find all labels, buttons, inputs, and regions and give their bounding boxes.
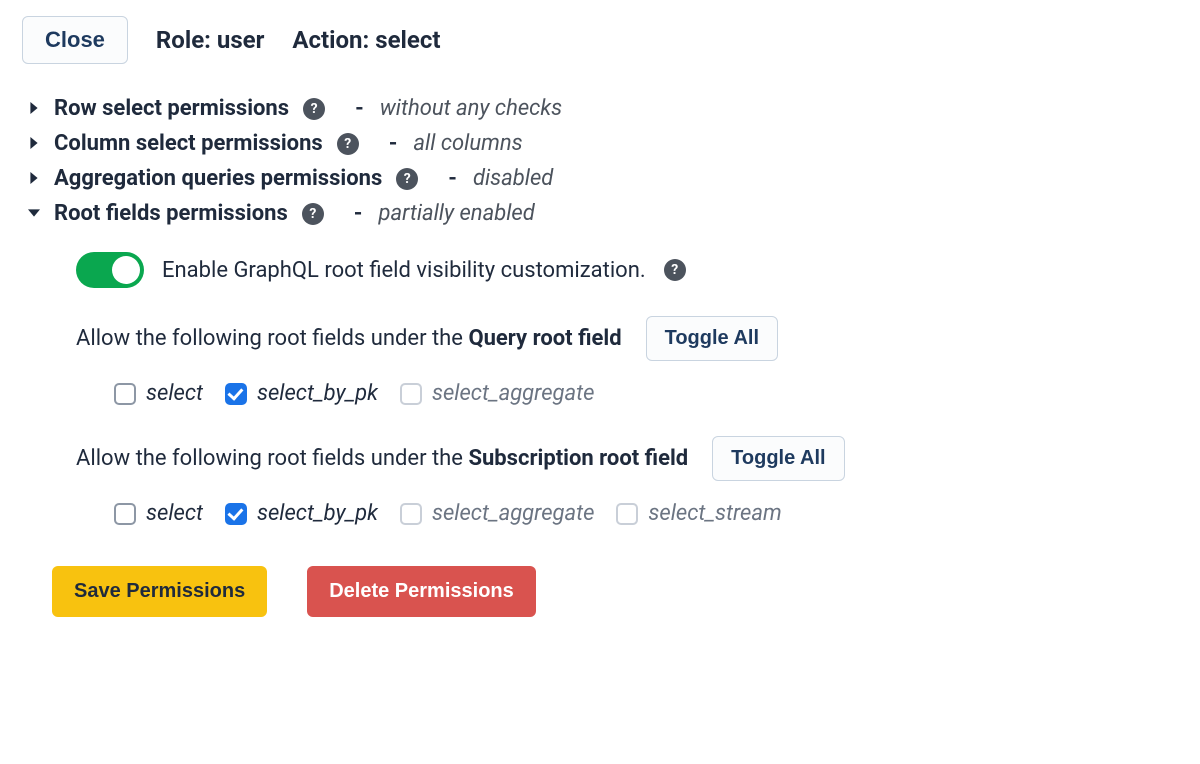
help-icon[interactable]: ?: [337, 133, 359, 155]
role-label: Role: user: [156, 26, 264, 54]
checkbox-label: select: [146, 501, 203, 526]
chevron-right-icon: [24, 169, 44, 188]
subscription-checkbox-row: select select_by_pk select_aggregate sel…: [76, 501, 1184, 526]
query-select-by-pk-checkbox[interactable]: [225, 383, 247, 405]
query-root-desc: Allow the following root fields under th…: [76, 326, 622, 351]
section-label: Row select permissions: [54, 96, 289, 121]
checkbox-item-select-aggregate: select_aggregate: [400, 381, 594, 406]
subscription-root-group: Allow the following root fields under th…: [76, 436, 1184, 526]
checkbox-item-select: select: [114, 501, 203, 526]
status-text: all columns: [413, 131, 522, 156]
enable-customization-row: Enable GraphQL root field visibility cus…: [76, 252, 1184, 288]
checkbox-label: select_by_pk: [257, 501, 378, 526]
status-dash: -: [448, 166, 457, 191]
checkbox-item-select-by-pk: select_by_pk: [225, 501, 378, 526]
checkbox-label: select_aggregate: [432, 381, 594, 406]
query-root-group: Allow the following root fields under th…: [76, 316, 1184, 406]
status-dash: -: [354, 201, 363, 226]
chevron-right-icon: [24, 134, 44, 153]
help-icon[interactable]: ?: [302, 203, 324, 225]
status-text: without any checks: [380, 96, 562, 121]
checkbox-item-select-by-pk: select_by_pk: [225, 381, 378, 406]
section-label: Root fields permissions: [54, 201, 288, 226]
enable-customization-label: Enable GraphQL root field visibility cus…: [162, 258, 646, 283]
section-row-select[interactable]: Row select permissions ? - without any c…: [16, 92, 1184, 125]
status-text: disabled: [473, 166, 553, 191]
checkbox-label: select_by_pk: [257, 381, 378, 406]
checkbox-item-select-aggregate: select_aggregate: [400, 501, 594, 526]
section-label: Column select permissions: [54, 131, 323, 156]
toggle-knob: [112, 256, 140, 284]
close-button[interactable]: Close: [22, 16, 128, 64]
status-dash: -: [389, 131, 398, 156]
section-label: Aggregation queries permissions: [54, 166, 382, 191]
action-label: Action: select: [292, 26, 440, 54]
delete-permissions-button[interactable]: Delete Permissions: [307, 566, 536, 617]
subscription-root-desc: Allow the following root fields under th…: [76, 446, 688, 471]
chevron-right-icon: [24, 99, 44, 118]
section-root-fields[interactable]: Root fields permissions ? - partially en…: [16, 197, 1184, 230]
checkbox-item-select-stream: select_stream: [616, 501, 781, 526]
query-select-checkbox[interactable]: [114, 383, 136, 405]
checkbox-label: select: [146, 381, 203, 406]
subscription-select-by-pk-checkbox[interactable]: [225, 503, 247, 525]
query-checkbox-row: select select_by_pk select_aggregate: [76, 381, 1184, 406]
help-icon[interactable]: ?: [396, 168, 418, 190]
section-aggregation[interactable]: Aggregation queries permissions ? - disa…: [16, 162, 1184, 195]
subscription-root-header: Allow the following root fields under th…: [76, 436, 1184, 481]
actions-row: Save Permissions Delete Permissions: [16, 566, 1184, 617]
subscription-toggle-all-button[interactable]: Toggle All: [712, 436, 844, 481]
save-permissions-button[interactable]: Save Permissions: [52, 566, 267, 617]
desc-bold: Query root field: [468, 326, 621, 351]
status-dash: -: [355, 96, 364, 121]
desc-bold: Subscription root field: [468, 446, 688, 471]
query-select-aggregate-checkbox: [400, 383, 422, 405]
chevron-down-icon: [24, 204, 44, 223]
checkbox-item-select: select: [114, 381, 203, 406]
enable-customization-toggle[interactable]: [76, 252, 144, 288]
subscription-select-aggregate-checkbox: [400, 503, 422, 525]
header: Close Role: user Action: select: [16, 16, 1184, 64]
checkbox-label: select_stream: [648, 501, 781, 526]
query-root-header: Allow the following root fields under th…: [76, 316, 1184, 361]
section-column-select[interactable]: Column select permissions ? - all column…: [16, 127, 1184, 160]
desc-prefix: Allow the following root fields under th…: [76, 326, 468, 351]
checkbox-label: select_aggregate: [432, 501, 594, 526]
query-toggle-all-button[interactable]: Toggle All: [646, 316, 778, 361]
help-icon[interactable]: ?: [303, 98, 325, 120]
subscription-select-checkbox[interactable]: [114, 503, 136, 525]
root-fields-body: Enable GraphQL root field visibility cus…: [16, 232, 1184, 526]
desc-prefix: Allow the following root fields under th…: [76, 446, 468, 471]
subscription-select-stream-checkbox: [616, 503, 638, 525]
status-text: partially enabled: [378, 201, 534, 226]
help-icon[interactable]: ?: [664, 259, 686, 281]
